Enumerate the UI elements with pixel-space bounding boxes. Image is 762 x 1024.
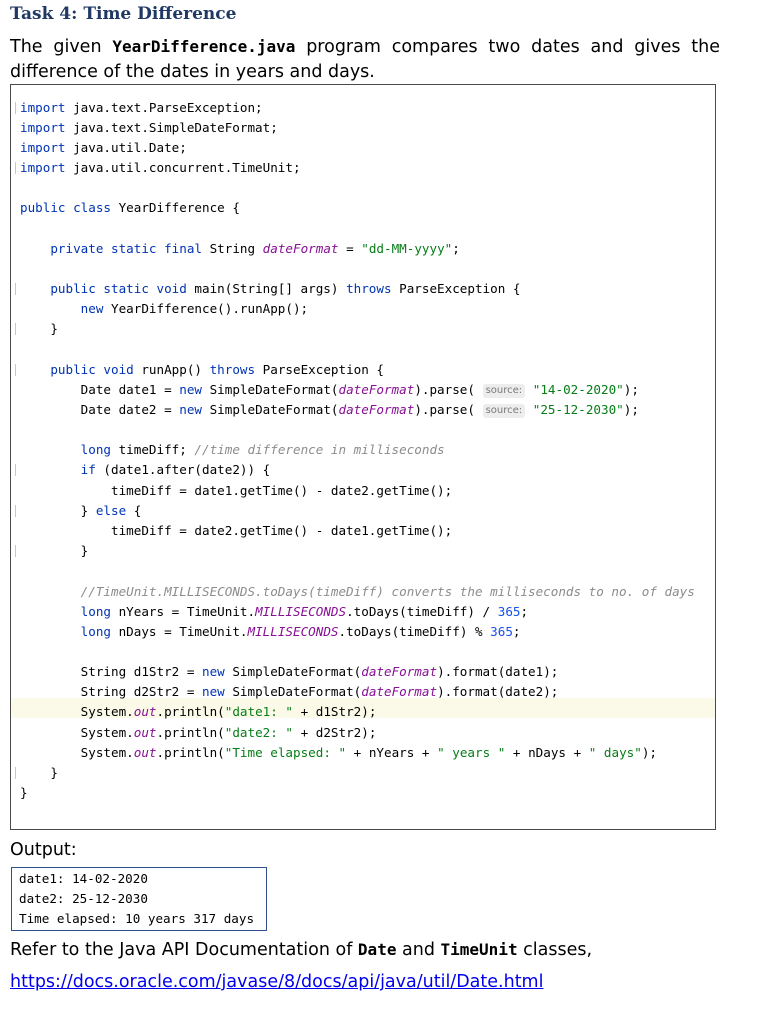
code-line: Date date1 = new SimpleDateFormat(dateFo… [80,382,639,398]
parameter-hint: source: [482,384,526,398]
intro-filename: YearDifference.java [112,37,296,56]
intro-text-start: The given [10,37,113,57]
code-line: System.out.println("date1: " + d1Str2); [80,704,377,719]
code-line: String d1Str2 = new SimpleDateFormat(dat… [80,664,559,679]
reference-text: and [396,940,441,960]
code-line: } else { [15,501,141,521]
reference-paragraph: Refer to the Java API Documentation of D… [10,940,592,960]
code-line: import java.text.SimpleDateFormat; [20,120,278,135]
code-line: import java.text.ParseException; [15,98,263,118]
code-line: public class YearDifference { [20,200,240,215]
reference-text: classes, [517,940,593,960]
code-line: public void runApp() throws ParseExcepti… [15,360,384,380]
code-line: new YearDifference().runApp(); [80,301,309,316]
class-name-date: Date [357,940,397,959]
code-line: } [15,763,58,783]
output-line: date1: 14-02-2020 [19,871,148,886]
code-line: if (date1.after(date2)) { [15,460,270,480]
output-line: date2: 25-12-2030 [19,891,148,906]
code-line: System.out.println("date2: " + d2Str2); [80,725,377,740]
code-block: import java.text.ParseException; import … [10,84,716,830]
code-line: Date date2 = new SimpleDateFormat(dateFo… [80,402,639,418]
code-line: } [15,541,88,561]
output-line: Time elapsed: 10 years 317 days [19,911,255,926]
output-label: Output: [10,840,77,860]
code-line: System.out.println("Time elapsed: " + nY… [80,745,657,760]
code-line: long nDays = TimeUnit.MILLISECONDS.toDay… [80,624,521,639]
intro-paragraph: The given YearDifference.java program co… [10,34,720,85]
code-line: import java.util.concurrent.TimeUnit; [15,158,301,178]
code-line: //TimeUnit.MILLISECONDS.toDays(timeDiff)… [80,584,695,599]
code-line: long timeDiff; //time difference in mill… [80,442,445,457]
output-box: date1: 14-02-2020 date2: 25-12-2030 Time… [11,867,267,931]
code-content: import java.text.ParseException; import … [15,98,695,800]
task-heading: Task 4: Time Difference [10,4,237,24]
class-name-timeunit: TimeUnit [440,940,518,959]
code-line: long nYears = TimeUnit.MILLISECONDS.toDa… [80,604,529,619]
reference-text: Refer to the Java API Documentation of [10,940,358,960]
api-doc-link[interactable]: https://docs.oracle.com/javase/8/docs/ap… [10,972,543,992]
parameter-hint: source: [482,404,526,418]
code-line: private static final String dateFormat =… [50,241,460,256]
code-line: timeDiff = date2.getTime() - date1.getTi… [111,523,453,538]
code-line: } [20,785,28,800]
code-line: timeDiff = date1.getTime() - date2.getTi… [111,483,453,498]
code-line: String d2Str2 = new SimpleDateFormat(dat… [80,684,559,699]
code-line: public static void main(String[] args) t… [15,279,520,299]
code-line: import java.util.Date; [20,140,187,155]
code-line: } [15,319,58,339]
